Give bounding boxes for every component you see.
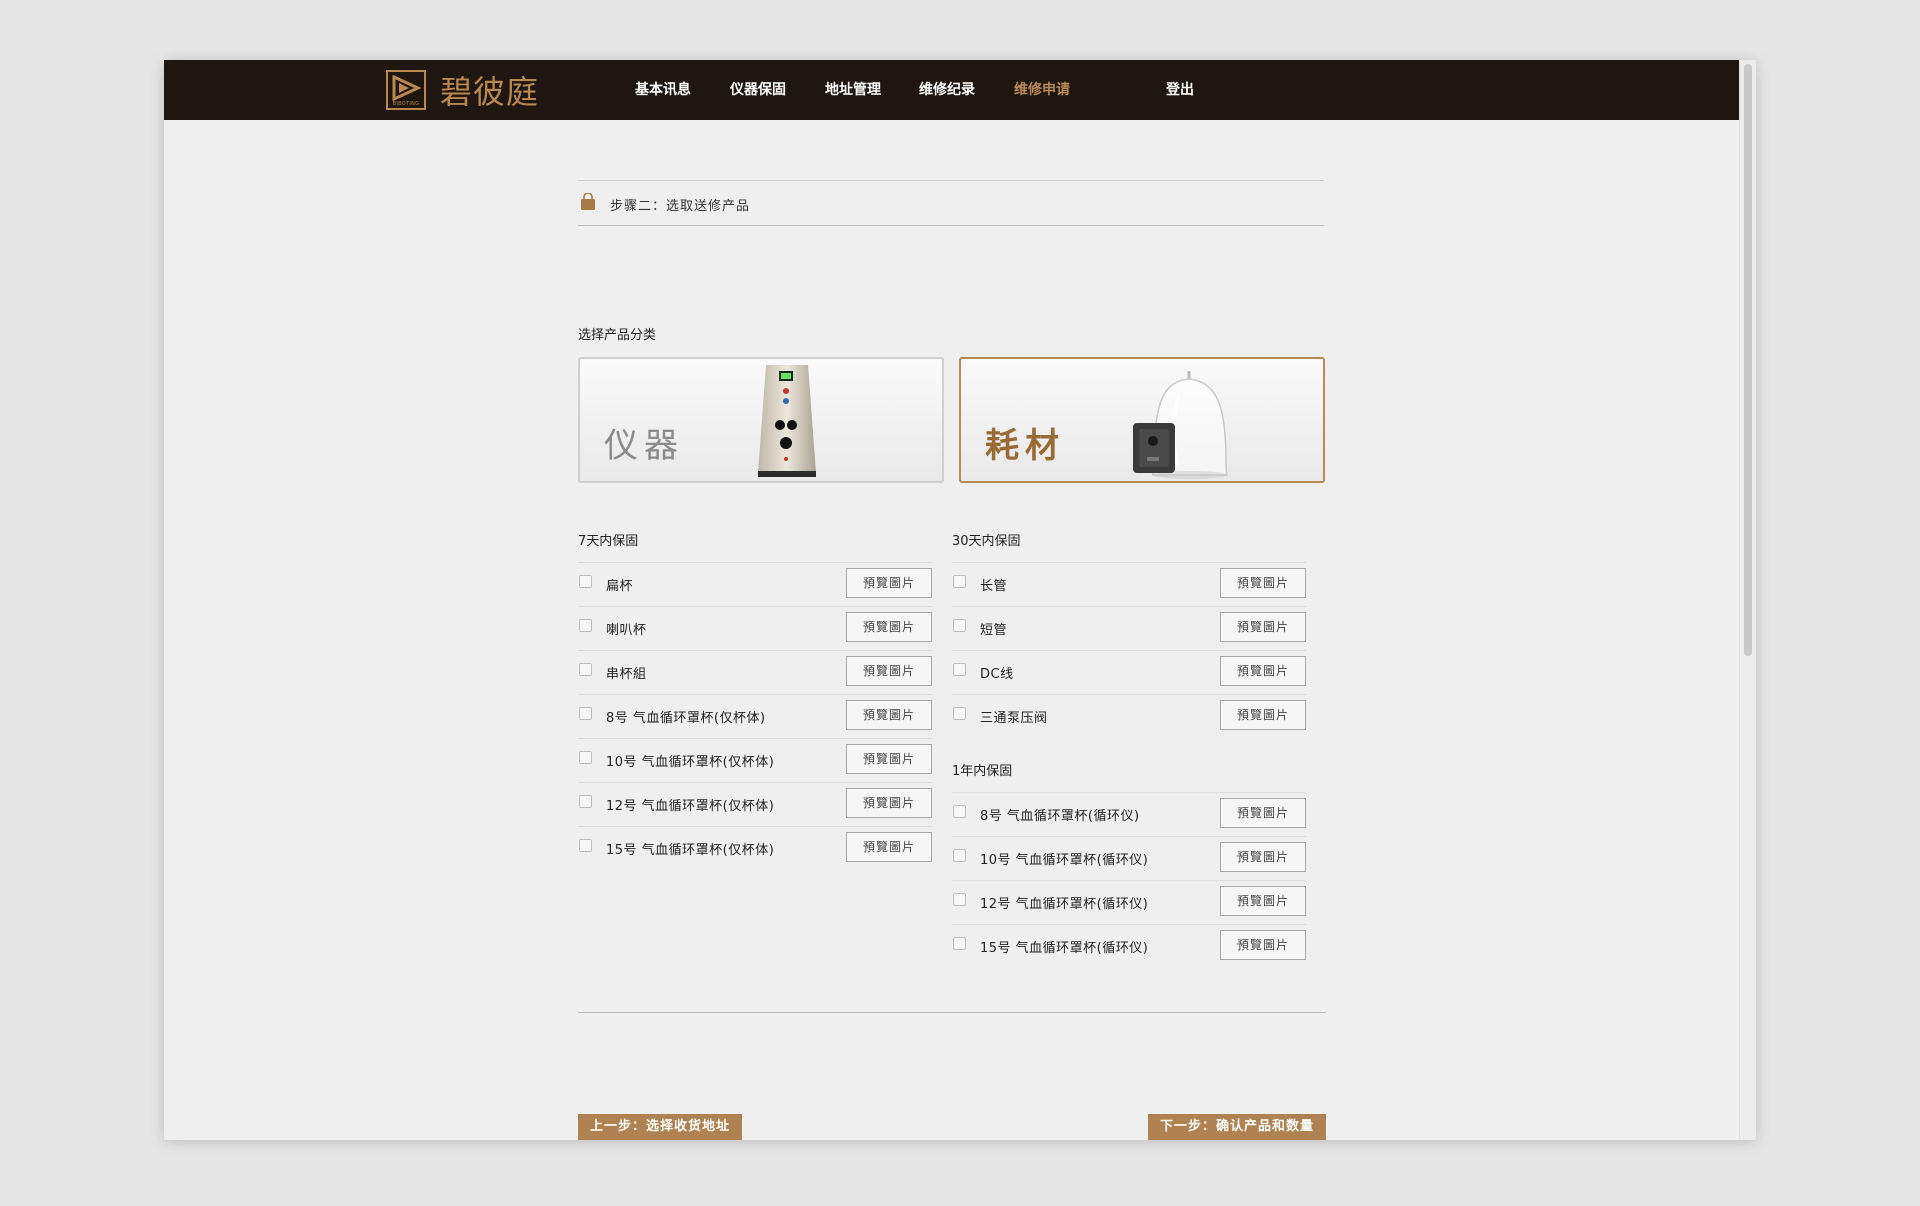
scrollbar[interactable]	[1739, 60, 1756, 1140]
group-title-1year: 1年内保固	[952, 764, 1013, 779]
list-item: 串杯組 預覽圖片	[578, 650, 932, 694]
preview-image-button[interactable]: 預覽圖片	[846, 612, 932, 642]
item-checkbox[interactable]	[579, 751, 592, 764]
group-title-30day: 30天内保固	[952, 534, 1021, 549]
list-1year: 8号 气血循环罩杯(循环仪) 預覽圖片 10号 气血循环罩杯(循环仪) 預覽圖片…	[952, 792, 1306, 968]
preview-image-button[interactable]: 預覽圖片	[846, 700, 932, 730]
category-label: 选择产品分类	[578, 328, 657, 343]
item-checkbox[interactable]	[579, 795, 592, 808]
item-checkbox[interactable]	[953, 893, 966, 906]
preview-image-button[interactable]: 預覽圖片	[846, 744, 932, 774]
item-label: 12号 气血循环罩杯(循环仪)	[980, 897, 1149, 912]
list-item: 12号 气血循环罩杯(仅杯体) 預覽圖片	[578, 782, 932, 826]
list-item: 长管 預覽圖片	[952, 562, 1306, 606]
preview-image-button[interactable]: 預覽圖片	[846, 788, 932, 818]
item-checkbox[interactable]	[953, 849, 966, 862]
list-7day: 扁杯 預覽圖片 喇叭杯 預覽圖片 串杯組 預覽圖片 8号 气血循环罩杯(仅杯体)…	[578, 562, 932, 870]
list-item: 15号 气血循环罩杯(仅杯体) 預覽圖片	[578, 826, 932, 870]
group-title-7day: 7天内保固	[578, 534, 639, 549]
category-card-device[interactable]: 仪器	[578, 357, 944, 483]
list-item: 扁杯 預覽圖片	[578, 562, 932, 606]
preview-image-button[interactable]: 預覽圖片	[846, 832, 932, 862]
preview-image-button[interactable]: 預覽圖片	[1220, 612, 1306, 642]
nav-device-warranty[interactable]: 仪器保固	[730, 60, 786, 120]
nav-address-management[interactable]: 地址管理	[825, 60, 881, 120]
preview-image-button[interactable]: 預覽圖片	[1220, 656, 1306, 686]
nav-repair-request[interactable]: 维修申请	[1014, 60, 1070, 120]
item-label: 8号 气血循环罩杯(仅杯体)	[606, 711, 766, 726]
list-item: 10号 气血循环罩杯(仅杯体) 預覽圖片	[578, 738, 932, 782]
divider	[578, 1012, 1326, 1013]
device-image	[758, 365, 816, 477]
item-checkbox[interactable]	[579, 663, 592, 676]
preview-image-button[interactable]: 預覽圖片	[1220, 798, 1306, 828]
list-item: 8号 气血循环罩杯(循环仪) 預覽圖片	[952, 792, 1306, 836]
play-logo-icon: BIBOTING	[386, 70, 426, 110]
item-checkbox[interactable]	[579, 575, 592, 588]
list-item: 15号 气血循环罩杯(循环仪) 預覽圖片	[952, 924, 1306, 968]
list-item: 8号 气血循环罩杯(仅杯体) 預覽圖片	[578, 694, 932, 738]
category-card-consumables-label: 耗材	[985, 426, 1065, 466]
list-30day: 长管 預覽圖片 短管 預覽圖片 DC线 預覽圖片 三通泵压阀 預覽圖片	[952, 562, 1306, 738]
item-label: 长管	[980, 579, 1008, 594]
nav-repair-records[interactable]: 维修纪录	[919, 60, 975, 120]
item-label: 15号 气血循环罩杯(循环仪)	[980, 941, 1149, 956]
step-title: 步骤二：选取送修产品	[610, 199, 751, 214]
item-label: DC线	[980, 667, 1014, 682]
logo-subtitle: BIBOTING	[392, 101, 420, 107]
preview-image-button[interactable]: 預覽圖片	[1220, 842, 1306, 872]
item-checkbox[interactable]	[579, 619, 592, 632]
nav-logout[interactable]: 登出	[1166, 60, 1194, 120]
item-label: 扁杯	[606, 579, 634, 594]
list-item: 10号 气血循环罩杯(循环仪) 預覽圖片	[952, 836, 1306, 880]
list-item: DC线 預覽圖片	[952, 650, 1306, 694]
logo-name: 碧彼庭	[440, 73, 540, 111]
preview-image-button[interactable]: 預覽圖片	[846, 656, 932, 686]
preview-image-button[interactable]: 預覽圖片	[1220, 930, 1306, 960]
logo[interactable]: BIBOTING 碧彼庭	[386, 68, 539, 112]
cup-image	[1133, 371, 1229, 479]
nav-basic-info[interactable]: 基本讯息	[635, 60, 691, 120]
bag-icon	[581, 193, 595, 210]
top-header: BIBOTING 碧彼庭 基本讯息 仪器保固 地址管理 维修纪录 维修申请 登出	[164, 60, 1740, 120]
item-label: 12号 气血循环罩杯(仅杯体)	[606, 799, 775, 814]
item-label: 串杯組	[606, 667, 647, 682]
step-indicator: 步骤二：选取送修产品	[578, 180, 1324, 226]
scrollbar-thumb[interactable]	[1744, 64, 1752, 656]
preview-image-button[interactable]: 預覽圖片	[1220, 568, 1306, 598]
list-item: 12号 气血循环罩杯(循环仪) 預覽圖片	[952, 880, 1306, 924]
browser-window: BIBOTING 碧彼庭 基本讯息 仪器保固 地址管理 维修纪录 维修申请 登出…	[164, 60, 1756, 1140]
item-label: 10号 气血循环罩杯(循环仪)	[980, 853, 1149, 868]
item-checkbox[interactable]	[953, 805, 966, 818]
item-checkbox[interactable]	[953, 619, 966, 632]
item-checkbox[interactable]	[953, 575, 966, 588]
list-item: 喇叭杯 預覽圖片	[578, 606, 932, 650]
category-card-consumables[interactable]: 耗材	[959, 357, 1325, 483]
next-step-button[interactable]: 下一步：确认产品和数量	[1147, 1114, 1326, 1140]
list-item: 三通泵压阀 預覽圖片	[952, 694, 1306, 738]
preview-image-button[interactable]: 預覽圖片	[1220, 700, 1306, 730]
item-checkbox[interactable]	[579, 839, 592, 852]
item-checkbox[interactable]	[953, 663, 966, 676]
item-label: 10号 气血循环罩杯(仅杯体)	[606, 755, 775, 770]
item-label: 喇叭杯	[606, 623, 647, 638]
item-label: 8号 气血循环罩杯(循环仪)	[980, 809, 1140, 824]
item-checkbox[interactable]	[953, 937, 966, 950]
item-label: 短管	[980, 623, 1008, 638]
preview-image-button[interactable]: 預覽圖片	[1220, 886, 1306, 916]
item-label: 三通泵压阀	[980, 711, 1048, 726]
item-checkbox[interactable]	[579, 707, 592, 720]
category-card-device-label: 仪器	[604, 426, 684, 466]
prev-step-button[interactable]: 上一步：选择收货地址	[578, 1114, 743, 1140]
preview-image-button[interactable]: 預覽圖片	[846, 568, 932, 598]
item-label: 15号 气血循环罩杯(仅杯体)	[606, 843, 775, 858]
list-item: 短管 預覽圖片	[952, 606, 1306, 650]
item-checkbox[interactable]	[953, 707, 966, 720]
